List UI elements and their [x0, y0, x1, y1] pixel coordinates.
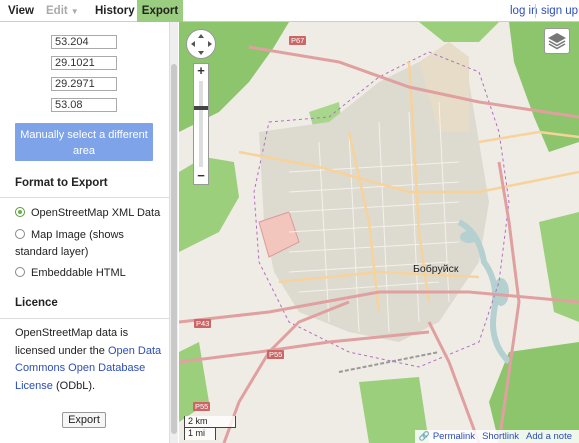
zoom-slider-handle[interactable] [194, 106, 208, 110]
export-button[interactable]: Export [62, 412, 106, 428]
zoom-in-button[interactable]: + [194, 64, 208, 78]
manual-select-area-button[interactable]: Manually select a different area [15, 123, 153, 161]
licence-section-title: Licence [15, 297, 58, 309]
road-label: P43 [194, 319, 212, 328]
zoom-out-button[interactable]: − [194, 169, 208, 183]
zoom-slider-track[interactable] [199, 81, 203, 167]
divider [0, 197, 169, 198]
tab-edit-label: Edit [46, 5, 68, 17]
max-lat-input[interactable] [51, 35, 117, 49]
licence-text: OpenStreetMap data is licensed under the… [15, 325, 165, 395]
radio-button-selected[interactable] [15, 207, 25, 217]
export-sidebar: Manually select a different area Format … [0, 22, 178, 443]
format-option-map-image[interactable]: Map Image (shows standard layer) [15, 227, 165, 261]
map-footer: 🔗 Permalink Shortlink Add a note [414, 430, 579, 443]
permalink-link[interactable]: Permalink [433, 431, 475, 442]
format-option-embeddable-html[interactable]: Embeddable HTML [15, 265, 165, 282]
chevron-down-icon: ▼ [70, 7, 79, 16]
auth-divider [535, 4, 536, 18]
link-icon: 🔗 [418, 431, 430, 441]
min-lat-input[interactable] [51, 98, 117, 112]
road-label: P55 [267, 350, 285, 359]
pan-down-icon[interactable] [198, 51, 204, 55]
shortlink-link[interactable]: Shortlink [482, 431, 519, 442]
sidebar-scrollbar[interactable] [169, 22, 178, 443]
tab-view[interactable]: View [2, 0, 40, 22]
min-lon-input[interactable] [51, 56, 117, 70]
top-navigation: View Edit ▼ History Export log in sign up [0, 0, 579, 22]
zoom-control: + − [193, 63, 209, 185]
pan-left-icon[interactable] [191, 41, 195, 47]
scale-bar: 2 km 1 mi [184, 416, 236, 440]
login-link[interactable]: log in [510, 0, 538, 22]
radio-button[interactable] [15, 267, 25, 277]
divider [0, 318, 169, 319]
format-option-label: OpenStreetMap XML Data [31, 207, 161, 219]
pan-right-icon[interactable] [208, 41, 212, 47]
scrollbar-thumb[interactable] [171, 64, 177, 434]
road-label: P67 [289, 36, 307, 45]
tab-edit[interactable]: Edit ▼ [40, 0, 85, 22]
map-tiles [179, 22, 579, 443]
format-section-title: Format to Export [15, 177, 108, 189]
add-note-link[interactable]: Add a note [526, 431, 572, 442]
licence-suffix: (ODbL). [52, 379, 96, 392]
scale-mi: 1 mi [184, 428, 216, 440]
signup-link[interactable]: sign up [541, 0, 578, 22]
radio-button[interactable] [15, 229, 25, 239]
tab-history[interactable]: History [89, 0, 141, 22]
map-view[interactable]: P67 P43 P55 P55 Бобруйск + − 2 km 1 mi 🔗… [179, 22, 579, 443]
road-label: P55 [193, 402, 211, 411]
max-lon-input[interactable] [51, 77, 117, 91]
format-option-osm-xml[interactable]: OpenStreetMap XML Data [15, 205, 165, 222]
city-label: Бобруйск [413, 263, 459, 275]
format-option-label: Embeddable HTML [31, 267, 126, 279]
layers-button[interactable] [544, 28, 570, 54]
tab-export[interactable]: Export [137, 0, 183, 22]
format-option-label: Map Image (shows standard layer) [15, 229, 124, 258]
pan-control[interactable] [186, 29, 216, 59]
pan-up-icon[interactable] [198, 34, 204, 38]
layers-icon [548, 33, 566, 50]
scale-km: 2 km [184, 416, 236, 428]
